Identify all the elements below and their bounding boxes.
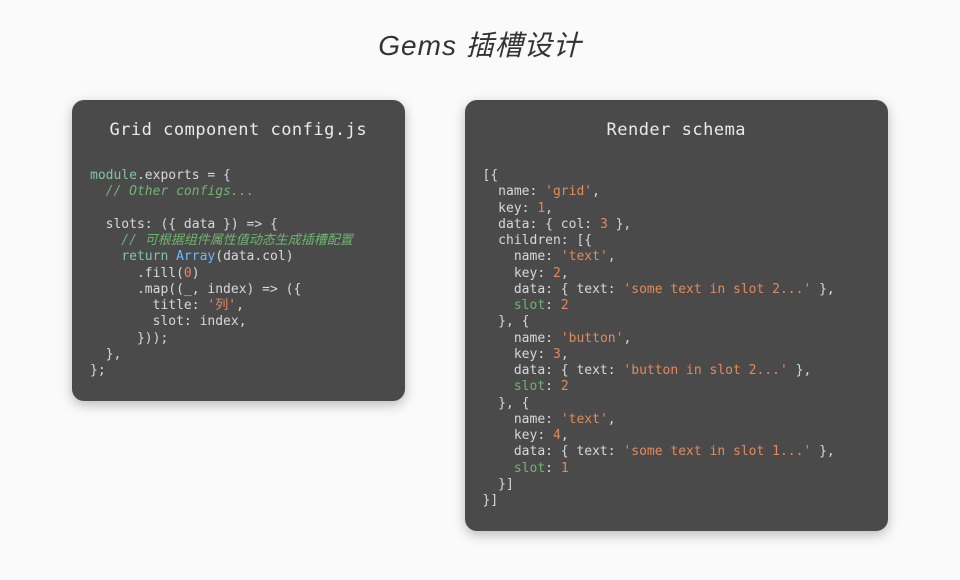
code-token: ,	[236, 298, 244, 313]
code-token: :	[545, 298, 561, 313]
code-token: '列'	[207, 298, 236, 313]
code-token: ,	[623, 331, 631, 346]
code-token: ,	[561, 266, 569, 281]
code-token	[483, 461, 514, 476]
code-token: name:	[483, 184, 546, 199]
code-token: 'button'	[561, 331, 624, 346]
code-token: return	[121, 249, 168, 264]
code-token: ,	[561, 428, 569, 443]
code-token: 'grid'	[545, 184, 592, 199]
code-token: 4	[553, 428, 561, 443]
config-card: Grid component config.js module.exports …	[72, 100, 405, 401]
code-token: data: { text:	[483, 444, 624, 459]
code-token: key:	[483, 347, 553, 362]
code-token: Array	[176, 249, 215, 264]
code-token	[168, 249, 176, 264]
code-token: 'text'	[561, 249, 608, 264]
schema-code-block: [{ name: 'grid', key: 1, data: { col: 3 …	[483, 168, 870, 509]
code-token: title:	[90, 298, 207, 313]
code-token: 1	[561, 461, 569, 476]
code-token: ,	[608, 412, 616, 427]
code-token: 0	[184, 266, 192, 281]
code-token: };	[90, 363, 106, 378]
code-token: slots: ({ data }) => {	[90, 217, 278, 232]
code-token: 3	[600, 217, 608, 232]
code-token: data: { col:	[483, 217, 600, 232]
code-token: slot	[514, 379, 545, 394]
code-token: },	[788, 363, 811, 378]
code-token: key:	[483, 201, 538, 216]
code-token: key:	[483, 266, 553, 281]
config-code-block: module.exports = { // Other configs... s…	[90, 168, 387, 379]
code-token: ,	[608, 249, 616, 264]
code-token: (data.col)	[215, 249, 293, 264]
code-token: slot	[514, 461, 545, 476]
code-token: :	[545, 379, 561, 394]
code-token: data: { text:	[483, 363, 624, 378]
code-token: :	[545, 461, 561, 476]
code-token: 2	[561, 298, 569, 313]
schema-card: Render schema [{ name: 'grid', key: 1, d…	[465, 100, 888, 531]
code-token: ,	[561, 347, 569, 362]
code-token: .exports = {	[137, 168, 231, 183]
code-token: }));	[90, 331, 168, 346]
code-token: .map((_, index) => ({	[90, 282, 301, 297]
cards-container: Grid component config.js module.exports …	[0, 72, 960, 531]
code-token: )	[192, 266, 200, 281]
code-token: 'some text in slot 1...'	[623, 444, 811, 459]
page-title: Gems 插槽设计	[0, 0, 960, 72]
code-token	[483, 298, 514, 313]
config-card-title: Grid component config.js	[90, 120, 387, 140]
code-token: }]	[483, 477, 514, 492]
code-token: },	[608, 217, 631, 232]
schema-card-title: Render schema	[483, 120, 870, 140]
code-token: [{	[483, 168, 499, 183]
code-token: name:	[483, 331, 561, 346]
code-token: ,	[592, 184, 600, 199]
code-token: name:	[483, 412, 561, 427]
code-token: 2	[553, 266, 561, 281]
code-comment: // 可根据组件属性值动态生成插槽配置	[90, 233, 353, 248]
code-token: data: { text:	[483, 282, 624, 297]
code-token: 1	[537, 201, 545, 216]
code-token: 3	[553, 347, 561, 362]
code-token	[483, 379, 514, 394]
code-token: },	[90, 347, 121, 362]
code-token: key:	[483, 428, 553, 443]
code-token: name:	[483, 249, 561, 264]
code-comment: // Other configs...	[90, 184, 254, 199]
code-token: 'some text in slot 2...'	[623, 282, 811, 297]
code-token: .fill(	[90, 266, 184, 281]
code-token: },	[811, 282, 834, 297]
code-token: },	[811, 444, 834, 459]
code-token: module	[90, 168, 137, 183]
code-token: }, {	[483, 396, 530, 411]
code-token: 2	[561, 379, 569, 394]
code-token: 'text'	[561, 412, 608, 427]
code-token: slot	[514, 298, 545, 313]
code-token: slot: index,	[90, 314, 247, 329]
code-token: ,	[545, 201, 553, 216]
code-token: 'button in slot 2...'	[623, 363, 787, 378]
code-token: }]	[483, 493, 499, 508]
code-token: children: [{	[483, 233, 593, 248]
code-token: }, {	[483, 314, 530, 329]
code-token	[90, 249, 121, 264]
